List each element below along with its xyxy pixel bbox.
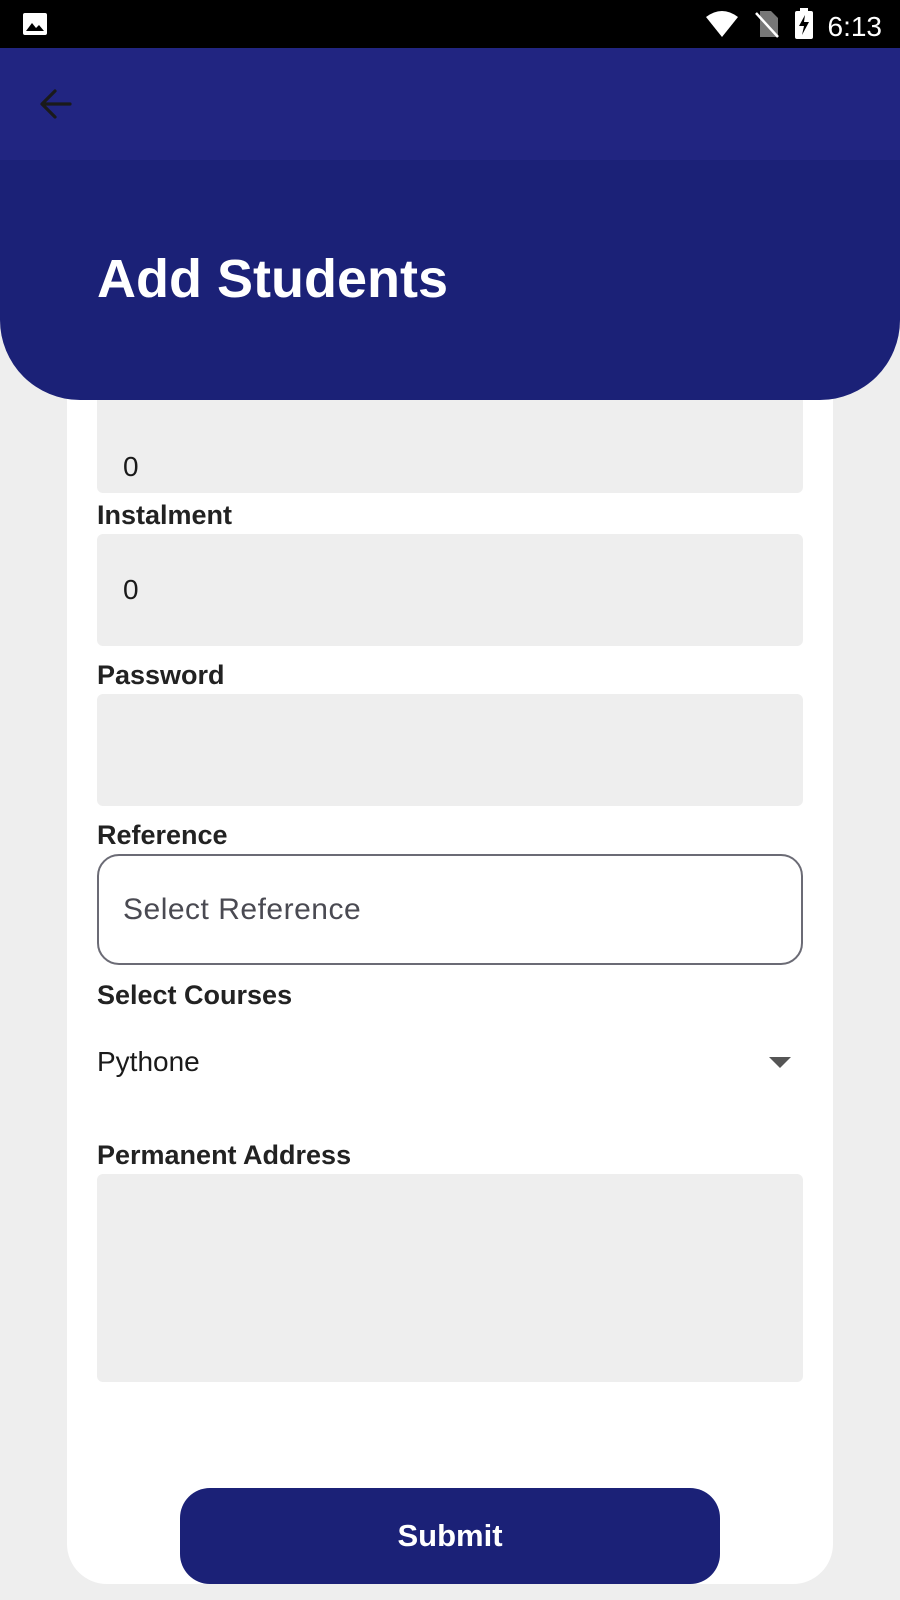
password-input[interactable] (97, 694, 803, 806)
arrow-left-icon (40, 89, 72, 119)
status-bar: 6:13 (0, 0, 900, 48)
back-button[interactable] (34, 82, 78, 126)
courses-selected-value: Pythone (97, 1046, 200, 1077)
instalment-input[interactable]: 0 (97, 534, 803, 646)
permanent-address-label: Permanent Address (97, 1140, 352, 1170)
app-header: Add Students (0, 48, 900, 400)
battery-charging-icon (794, 8, 814, 45)
status-time: 6:13 (827, 10, 883, 42)
no-sim-icon (754, 9, 780, 44)
image-icon (22, 12, 48, 41)
select-courses-label: Select Courses (97, 980, 293, 1010)
page-title: Add Students (97, 249, 448, 309)
password-label: Password (97, 660, 225, 690)
submit-label: Submit (397, 1518, 503, 1553)
courses-dropdown[interactable]: Pythone (97, 1040, 803, 1084)
wifi-icon (704, 9, 740, 44)
permanent-address-input[interactable] (97, 1174, 803, 1382)
submit-button[interactable]: Submit (180, 1488, 720, 1584)
instalment-label: Instalment (97, 500, 233, 530)
dropdown-caret-icon (769, 1056, 791, 1068)
reference-select[interactable]: Select Reference (97, 854, 803, 965)
reference-placeholder: Select Reference (123, 892, 362, 926)
reference-label: Reference (97, 820, 228, 850)
header-top-band (0, 48, 900, 160)
partial-field-value: 0 (123, 450, 139, 482)
instalment-value: 0 (123, 574, 139, 605)
